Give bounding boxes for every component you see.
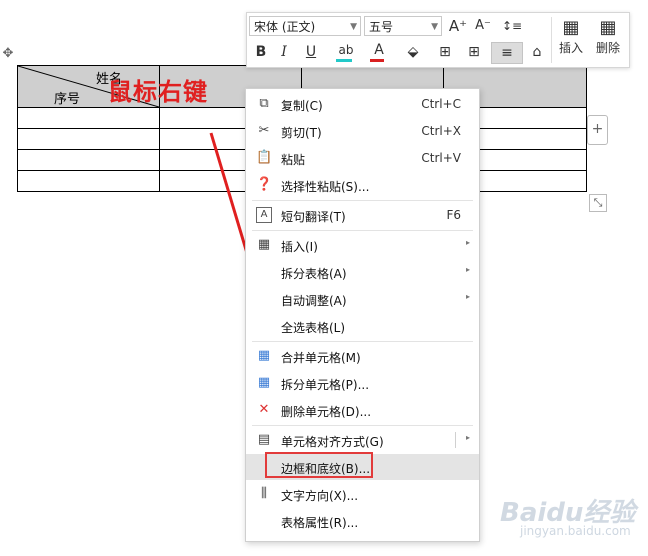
- menu-item-paste-special[interactable]: ❓ 选择性粘贴(S)...: [246, 172, 479, 198]
- text-direction-icon: ⫼: [261, 486, 267, 501]
- submenu-divider: [455, 432, 456, 448]
- menu-item-insert[interactable]: ▦ 插入(I) ▸: [246, 232, 479, 258]
- paste-special-icon: ❓: [256, 177, 273, 192]
- menu-item-shortcut: Ctrl+X: [421, 124, 461, 138]
- menu-separator: [252, 341, 473, 342]
- menu-item-autofit[interactable]: 自动调整(A) ▸: [246, 286, 479, 312]
- cut-icon: ✂: [258, 123, 270, 138]
- align-button[interactable]: ≡: [491, 42, 523, 64]
- font-color-bar: [370, 59, 384, 62]
- font-name-value: 宋体 (正文): [254, 20, 316, 34]
- highlight-color-bar: [336, 59, 352, 62]
- menu-item-label: 剪切(T): [281, 126, 322, 140]
- menu-item-text-direction[interactable]: ⫼ 文字方向(X)...: [246, 481, 479, 507]
- italic-button[interactable]: I: [275, 42, 293, 62]
- font-color-button[interactable]: A: [365, 40, 393, 62]
- menu-item-label: 表格属性(R)...: [281, 516, 359, 530]
- mini-toolbar: 宋体 (正文) ▼ 五号 ▼ A⁺ A⁻ ↕≡ B I U ab A ⬙ ⊞ ⊞…: [246, 12, 630, 68]
- bold-button[interactable]: B: [252, 42, 270, 62]
- menu-item-label: 短句翻译(T): [281, 210, 346, 224]
- translate-icon: A: [256, 207, 272, 223]
- highlight-button[interactable]: ab: [331, 40, 361, 62]
- menu-item-copy[interactable]: ⧉ 复制(C) Ctrl+C: [246, 91, 479, 117]
- menu-item-shortcut: F6: [446, 208, 461, 222]
- font-size-value: 五号: [369, 20, 394, 34]
- menu-item-label: 文字方向(X)...: [281, 489, 359, 503]
- menu-item-split-table[interactable]: 拆分表格(A) ▸: [246, 259, 479, 285]
- alignment-icon: ▤: [257, 432, 271, 447]
- insert-button[interactable]: ▦ 插入: [553, 17, 589, 56]
- menu-item-label: 复制(C): [281, 99, 323, 113]
- chevron-down-icon: ▼: [350, 22, 357, 32]
- menu-item-split-cells[interactable]: ▦ 拆分单元格(P)...: [246, 370, 479, 396]
- insert-table-icon: ▦: [562, 17, 580, 38]
- menu-item-label: 删除单元格(D)...: [281, 405, 372, 419]
- menu-item-delete-cells[interactable]: ✕ 删除单元格(D)...: [246, 397, 479, 423]
- borders-button[interactable]: ⊞: [434, 42, 456, 62]
- menu-item-paste[interactable]: 📋 粘贴 Ctrl+V: [246, 145, 479, 171]
- insert-table-icon: ▦: [257, 237, 271, 252]
- insert-label: 插入: [558, 41, 583, 55]
- annotation-text: 鼠标右键: [108, 78, 208, 106]
- menu-item-label: 合并单元格(M): [281, 351, 361, 365]
- menu-item-label: 拆分表格(A): [281, 267, 347, 281]
- table-borders-button[interactable]: ⊞: [461, 42, 487, 62]
- menu-item-label: 单元格对齐方式(G): [281, 435, 384, 449]
- menu-item-table-properties[interactable]: 表格属性(R)...: [246, 508, 479, 534]
- delete-label: 删除: [595, 41, 620, 55]
- submenu-arrow-icon: ▸: [465, 265, 470, 274]
- menu-item-translate[interactable]: A 短句翻译(T) F6: [246, 202, 479, 228]
- menu-item-select-table[interactable]: 全选表格(L): [246, 313, 479, 339]
- highlight-box: [265, 452, 373, 478]
- toolbar-separator: [551, 17, 552, 63]
- fill-color-button[interactable]: ⬙: [399, 42, 427, 62]
- submenu-arrow-icon: ▸: [465, 292, 470, 301]
- menu-item-cut[interactable]: ✂ 剪切(T) Ctrl+X: [246, 118, 479, 144]
- submenu-arrow-icon: ▸: [465, 238, 470, 247]
- menu-separator: [252, 230, 473, 231]
- menu-item-label: 插入(I): [281, 240, 318, 254]
- line-spacing-button[interactable]: ↕≡: [497, 16, 527, 36]
- menu-item-merge-cells[interactable]: ▦ 合并单元格(M): [246, 343, 479, 369]
- shrink-font-button[interactable]: A⁻: [472, 16, 494, 36]
- submenu-arrow-icon: ▸: [465, 433, 470, 442]
- delete-cells-icon: ✕: [258, 402, 270, 417]
- font-color-label: A: [374, 42, 384, 58]
- delete-button[interactable]: ▦ 删除: [590, 17, 626, 56]
- menu-separator: [252, 200, 473, 201]
- menu-item-cell-alignment[interactable]: ▤ 单元格对齐方式(G) ▸: [246, 427, 479, 453]
- menu-item-shortcut: Ctrl+C: [421, 97, 461, 111]
- menu-item-label: 全选表格(L): [281, 321, 346, 335]
- menu-item-label: 选择性粘贴(S)...: [281, 180, 370, 194]
- grow-font-button[interactable]: A⁺: [447, 16, 469, 36]
- watermark-url: jingyan.baidu.com: [520, 524, 631, 538]
- menu-item-label: 自动调整(A): [281, 294, 347, 308]
- delete-table-icon: ▦: [599, 17, 617, 38]
- underline-button[interactable]: U: [299, 42, 323, 62]
- paste-icon: 📋: [256, 150, 273, 165]
- eraser-button[interactable]: ⌂: [527, 42, 547, 62]
- chevron-down-icon: ▼: [431, 22, 438, 32]
- menu-item-label: 粘贴: [281, 153, 306, 167]
- menu-item-shortcut: Ctrl+V: [421, 151, 461, 165]
- split-cells-icon: ▦: [257, 375, 271, 390]
- font-name-select[interactable]: 宋体 (正文) ▼: [249, 16, 361, 36]
- merge-cells-icon: ▦: [257, 348, 271, 363]
- copy-icon: ⧉: [259, 96, 269, 111]
- highlight-label: ab: [338, 43, 354, 57]
- menu-item-label: 拆分单元格(P)...: [281, 378, 370, 392]
- font-size-select[interactable]: 五号 ▼: [364, 16, 442, 36]
- menu-separator: [252, 425, 473, 426]
